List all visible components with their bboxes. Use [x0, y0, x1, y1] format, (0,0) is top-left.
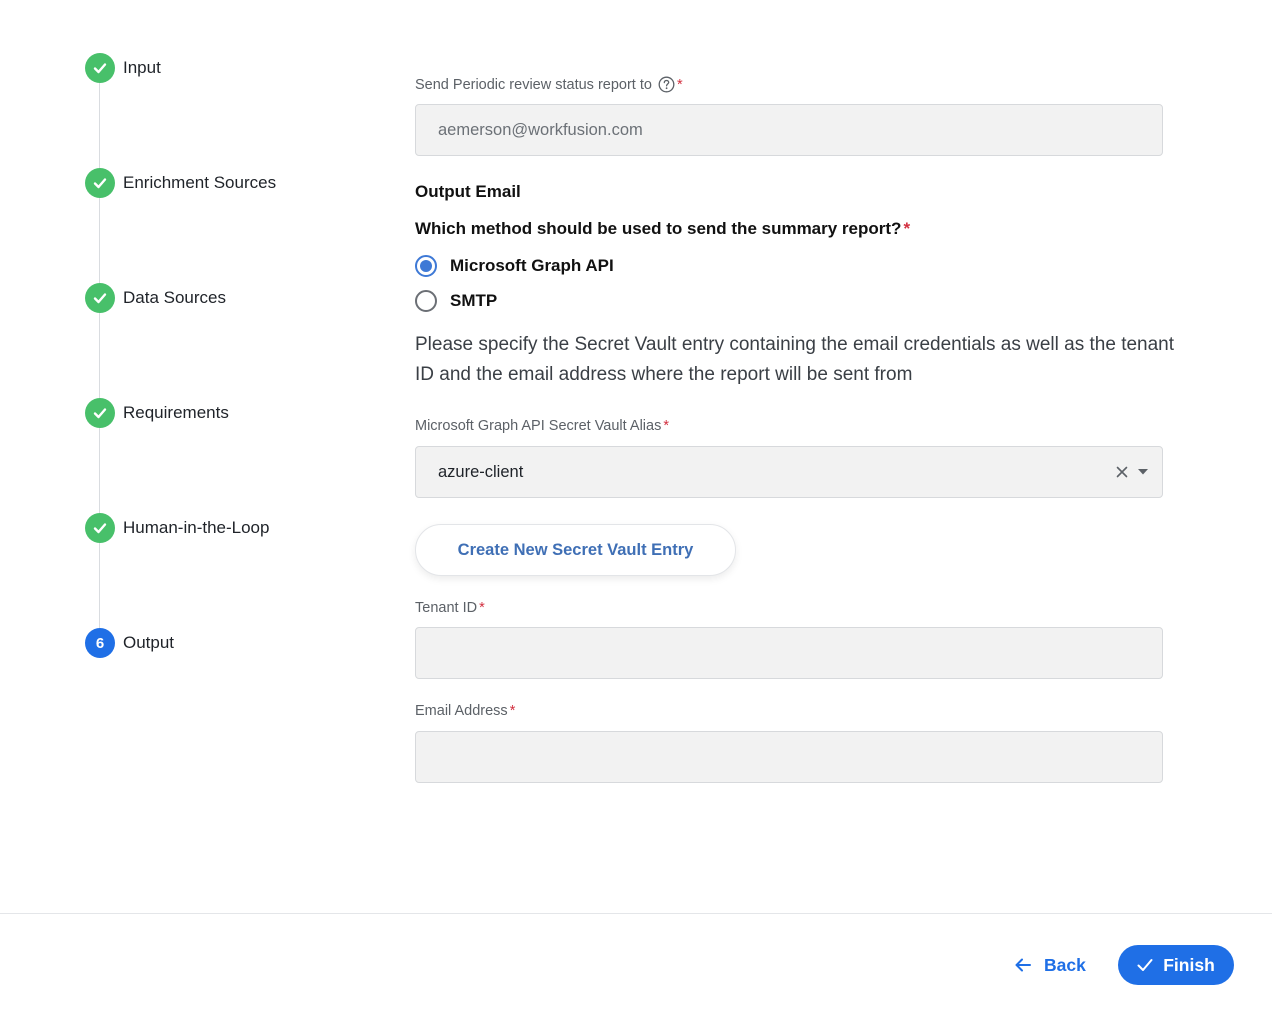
step-requirements[interactable]: Requirements: [85, 398, 229, 428]
caret-down-icon[interactable]: [1138, 469, 1148, 475]
tenant-id-label: Tenant ID *: [415, 600, 485, 616]
step-data-sources[interactable]: Data Sources: [85, 283, 226, 313]
check-icon: [85, 168, 115, 198]
step-label: Data Sources: [123, 288, 226, 307]
step-human-in-the-loop[interactable]: Human-in-the-Loop: [85, 513, 269, 543]
footer-divider: [0, 913, 1272, 914]
radio-label: Microsoft Graph API: [450, 256, 614, 275]
radio-button-checked[interactable]: [415, 255, 437, 277]
clear-icon[interactable]: [1116, 466, 1128, 478]
required-mark: *: [479, 600, 485, 616]
radio-microsoft-graph-api[interactable]: Microsoft Graph API: [415, 253, 614, 279]
send-method-question: Which method should be used to send the …: [415, 219, 911, 238]
radio-label: SMTP: [450, 291, 498, 310]
check-icon: [1137, 958, 1153, 972]
check-icon: [85, 398, 115, 428]
vault-instructions-text: Please specify the Secret Vault entry co…: [415, 334, 1175, 385]
check-icon: [85, 283, 115, 313]
report-recipient-value: aemerson@workfusion.com: [438, 120, 643, 139]
back-label: Back: [1044, 954, 1086, 975]
finish-label: Finish: [1163, 954, 1215, 975]
required-mark: *: [509, 703, 516, 719]
check-icon: [85, 53, 115, 83]
step-connector: [99, 543, 100, 628]
email-address-input[interactable]: [415, 731, 1163, 783]
vault-alias-select[interactable]: azure-client: [415, 446, 1163, 498]
step-label: Output: [123, 633, 175, 652]
radio-button-unchecked[interactable]: [415, 290, 437, 312]
radio-smtp[interactable]: SMTP: [415, 288, 497, 314]
step-label: Enrichment Sources: [123, 173, 277, 192]
step-connector: [99, 83, 100, 168]
step-output[interactable]: 6 Output: [85, 628, 174, 658]
check-icon: [85, 513, 115, 543]
finish-button[interactable]: Finish: [1118, 945, 1234, 985]
email-address-label: Email Address *: [415, 703, 516, 719]
vault-alias-label: Microsoft Graph API Secret Vault Alias *: [415, 418, 669, 434]
tenant-id-input[interactable]: [415, 627, 1163, 679]
step-label: Input: [123, 58, 161, 77]
back-button[interactable]: Back: [1014, 950, 1086, 980]
output-email-heading: Output Email: [415, 182, 521, 201]
step-enrichment-sources[interactable]: Enrichment Sources: [85, 168, 276, 198]
step-connector: [99, 313, 100, 398]
required-mark: *: [663, 418, 669, 434]
step-number-badge: 6: [85, 628, 115, 658]
help-circle-icon[interactable]: [658, 76, 675, 93]
step-connector: [99, 428, 100, 513]
arrow-left-icon: [1014, 957, 1032, 973]
step-connector: [99, 198, 100, 283]
report-recipient-input[interactable]: aemerson@workfusion.com: [415, 104, 1163, 156]
required-mark: *: [676, 76, 683, 93]
step-label: Requirements: [123, 403, 229, 422]
required-mark: *: [903, 219, 911, 238]
report-recipient-label: Send Periodic review status report to *: [415, 76, 683, 93]
create-vault-entry-button[interactable]: Create New Secret Vault Entry: [415, 524, 736, 576]
step-input[interactable]: Input: [85, 53, 161, 83]
step-label: Human-in-the-Loop: [123, 518, 270, 537]
vault-alias-value: azure-client: [438, 462, 524, 481]
